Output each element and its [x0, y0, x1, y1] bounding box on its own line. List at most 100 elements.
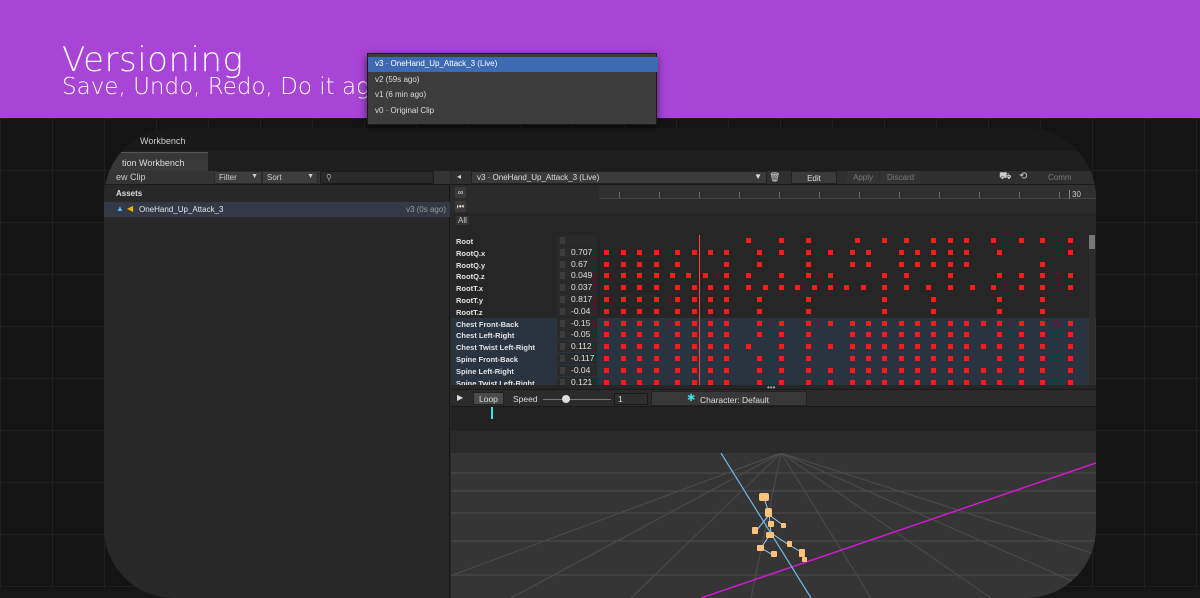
keyframe-marker[interactable] — [964, 379, 970, 385]
keyframe-marker[interactable] — [931, 261, 937, 267]
keyframe-marker[interactable] — [675, 356, 681, 361]
keyframe-track[interactable] — [599, 329, 1089, 340]
keyframe-marker[interactable] — [1018, 238, 1024, 243]
keyframe-marker[interactable] — [882, 308, 888, 314]
character-select[interactable]: ✱ Character: Default — [651, 391, 807, 406]
keyframe-marker[interactable] — [708, 320, 713, 326]
keyframe-marker[interactable] — [996, 344, 1002, 350]
keyframe-marker[interactable] — [653, 297, 659, 302]
keyframe-marker[interactable] — [604, 249, 610, 255]
keyframe-marker[interactable] — [931, 356, 937, 361]
curve-row[interactable]: Spine Left-Right -0.04 — [451, 364, 1096, 377]
keyframe-marker[interactable] — [898, 320, 904, 326]
keyframe-marker[interactable] — [866, 379, 872, 385]
sort-dropdown[interactable]: Sort ▼ — [262, 171, 318, 184]
keyframe-marker[interactable] — [947, 238, 953, 243]
keyframe-marker[interactable] — [1040, 308, 1046, 314]
keyframe-marker[interactable] — [604, 332, 610, 338]
keyframe-marker[interactable] — [882, 344, 888, 350]
keyframe-marker[interactable] — [778, 379, 784, 385]
scrub-marker[interactable] — [491, 407, 493, 419]
curve-value-field[interactable]: -0.117 — [557, 353, 597, 364]
keyframe-marker[interactable] — [724, 379, 730, 385]
keyframe-marker[interactable] — [604, 367, 610, 373]
keyframe-marker[interactable] — [653, 320, 659, 326]
curve-row[interactable]: RootT.y 0.817 — [451, 294, 1096, 306]
keyframe-marker[interactable] — [806, 320, 812, 326]
curve-value-field[interactable]: 0.049 — [557, 270, 597, 282]
keyframe-marker[interactable] — [637, 367, 643, 373]
keyframe-marker[interactable] — [1040, 344, 1046, 350]
keyframe-marker[interactable] — [904, 238, 910, 243]
speed-slider-knob[interactable] — [562, 395, 570, 403]
keyframe-marker[interactable] — [849, 344, 855, 350]
keyframe-marker[interactable] — [806, 344, 812, 350]
keyframe-marker[interactable] — [604, 308, 610, 314]
keyframe-marker[interactable] — [1018, 344, 1024, 350]
keyframe-marker[interactable] — [1018, 273, 1024, 279]
keyframe-marker[interactable] — [827, 285, 833, 291]
all-filter-button[interactable]: All — [456, 216, 469, 225]
keyframe-marker[interactable] — [844, 285, 850, 291]
keyframe-marker[interactable] — [620, 249, 626, 255]
keyframe-marker[interactable] — [882, 332, 888, 338]
keyframe-toggle-icon[interactable] — [560, 378, 565, 385]
keyframe-marker[interactable] — [669, 273, 675, 279]
keyframe-track[interactable] — [599, 353, 1089, 364]
keyframe-marker[interactable] — [1067, 356, 1073, 361]
keyframe-marker[interactable] — [1040, 261, 1046, 267]
keyframe-marker[interactable] — [811, 285, 817, 291]
keyframe-marker[interactable] — [898, 332, 904, 338]
keyframe-marker[interactable] — [849, 249, 855, 255]
keyframe-marker[interactable] — [637, 379, 643, 385]
keyframe-marker[interactable] — [1040, 273, 1046, 279]
keyframe-marker[interactable] — [827, 320, 833, 326]
keyframe-marker[interactable] — [1067, 249, 1073, 255]
keyframe-toggle-icon[interactable] — [560, 237, 565, 244]
keyframe-marker[interactable] — [1018, 367, 1024, 373]
keyframe-marker[interactable] — [1067, 285, 1073, 291]
keyframe-marker[interactable] — [806, 297, 812, 302]
keyframe-marker[interactable] — [915, 320, 921, 326]
keyframe-marker[interactable] — [996, 320, 1002, 326]
keyframe-marker[interactable] — [1040, 379, 1046, 385]
keyframe-marker[interactable] — [620, 320, 626, 326]
keyframe-marker[interactable] — [882, 356, 888, 361]
keyframe-marker[interactable] — [931, 249, 937, 255]
keyframe-marker[interactable] — [980, 320, 986, 326]
curve-value-field[interactable]: 0.121 — [557, 376, 597, 385]
keyframe-marker[interactable] — [691, 249, 697, 255]
curve-value-field[interactable]: 0.67 — [557, 258, 597, 270]
keyframe-track[interactable] — [599, 341, 1089, 352]
keyframe-marker[interactable] — [675, 367, 681, 373]
keyframe-marker[interactable] — [882, 285, 888, 291]
trash-icon[interactable]: 🗑 — [769, 172, 780, 183]
keyframe-marker[interactable] — [691, 297, 697, 302]
keyframe-marker[interactable] — [675, 297, 681, 302]
keyframe-marker[interactable] — [1040, 238, 1046, 243]
keyframe-marker[interactable] — [980, 344, 986, 350]
keyframe-marker[interactable] — [898, 249, 904, 255]
keyframe-marker[interactable] — [724, 249, 730, 255]
keyframe-marker[interactable] — [778, 273, 784, 279]
keyframe-marker[interactable] — [604, 297, 610, 302]
keyframe-track[interactable] — [599, 259, 1089, 270]
keyframe-marker[interactable] — [708, 356, 713, 361]
keyframe-marker[interactable] — [708, 249, 713, 255]
keyframe-marker[interactable] — [691, 285, 697, 291]
keyframe-toggle-icon[interactable] — [560, 248, 565, 256]
keyframe-marker[interactable] — [915, 344, 921, 350]
keyframe-marker[interactable] — [882, 320, 888, 326]
keyframe-marker[interactable] — [947, 332, 953, 338]
keyframe-marker[interactable] — [637, 308, 643, 314]
keyframe-marker[interactable] — [1018, 379, 1024, 385]
keyframe-marker[interactable] — [653, 249, 659, 255]
keyframe-marker[interactable] — [708, 285, 713, 291]
keyframe-toggle-icon[interactable] — [560, 366, 565, 374]
keyframe-marker[interactable] — [691, 308, 697, 314]
keyframe-marker[interactable] — [620, 379, 626, 385]
keyframe-marker[interactable] — [675, 379, 681, 385]
keyframe-marker[interactable] — [915, 367, 921, 373]
keyframe-marker[interactable] — [991, 285, 997, 291]
keyframe-marker[interactable] — [620, 367, 626, 373]
